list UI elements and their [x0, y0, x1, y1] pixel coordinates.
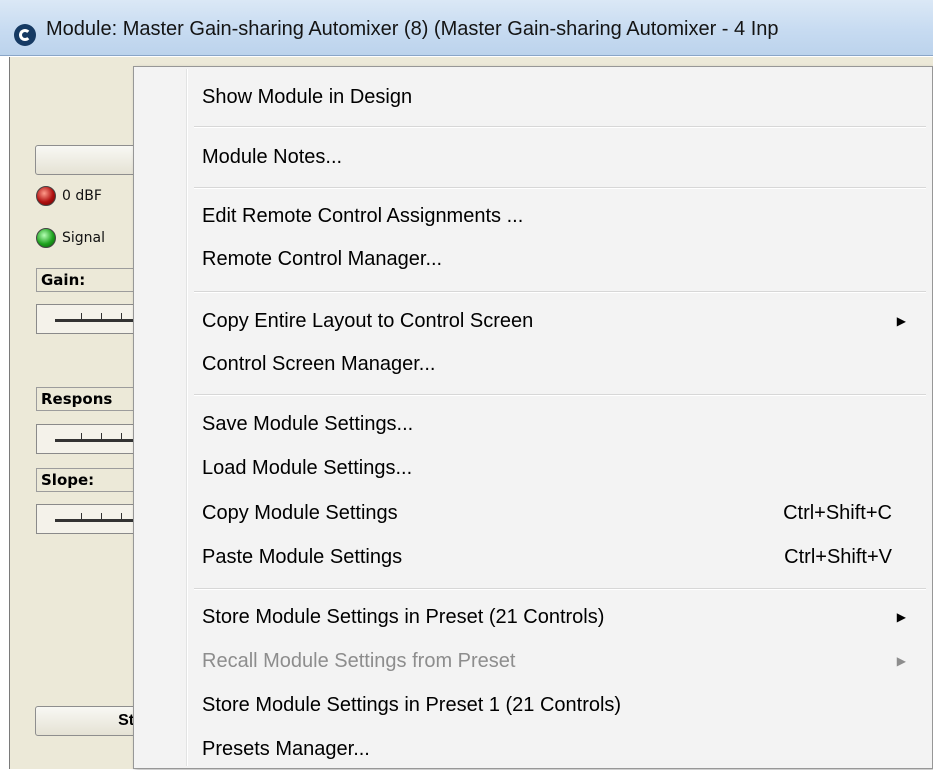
submenu-arrow-icon: ▶	[896, 314, 906, 328]
menu-item-copy-module-settings[interactable]: Copy Module Settings Ctrl+Shift+C	[196, 492, 926, 534]
menu-item-label: Remote Control Manager...	[202, 248, 443, 270]
menu-item-show-module-in-design[interactable]: Show Module in Design	[196, 76, 926, 118]
menu-item-save-module-settings[interactable]: Save Module Settings...	[196, 403, 926, 445]
slope-slider[interactable]	[36, 504, 146, 534]
menu-item-presets-manager[interactable]: Presets Manager...	[196, 728, 926, 770]
menu-gutter-highlight	[187, 69, 188, 766]
menu-item-label: Recall Module Settings from Preset	[202, 650, 516, 672]
slope-label: Slope:	[36, 468, 146, 492]
menu-item-shortcut: Ctrl+Shift+C	[783, 502, 892, 524]
gain-slider[interactable]	[36, 304, 146, 334]
menu-item-remote-control-manager[interactable]: Remote Control Manager...	[196, 238, 926, 280]
led-signal: Signal	[36, 228, 105, 248]
submenu-arrow-icon: ▶	[896, 610, 906, 624]
window-title-bar[interactable]: Module: Master Gain-sharing Automixer (8…	[0, 0, 933, 56]
module-icon[interactable]	[14, 24, 36, 46]
response-label: Respons	[36, 387, 146, 411]
menu-item-load-module-settings[interactable]: Load Module Settings...	[196, 447, 926, 489]
menu-item-label: Show Module in Design	[202, 86, 413, 108]
menu-item-label: Paste Module Settings	[202, 546, 403, 568]
menu-item-store-module-settings-in-preset-1[interactable]: Store Module Settings in Preset 1 (21 Co…	[196, 684, 926, 726]
menu-item-label: Edit Remote Control Assignments ...	[202, 205, 524, 227]
red-led-icon	[36, 186, 56, 206]
menu-item-label: Save Module Settings...	[202, 413, 414, 435]
menu-item-recall-module-settings-from-preset: Recall Module Settings from Preset ▶	[196, 640, 926, 682]
menu-item-copy-entire-layout[interactable]: Copy Entire Layout to Control Screen ▶	[196, 300, 926, 342]
menu-item-label: Load Module Settings...	[202, 457, 413, 479]
menu-item-edit-remote-control-assignments[interactable]: Edit Remote Control Assignments ...	[196, 195, 926, 237]
response-slider[interactable]	[36, 424, 146, 454]
gain-label: Gain:	[36, 268, 146, 292]
menu-item-shortcut: Ctrl+Shift+V	[784, 546, 892, 568]
menu-item-label: Presets Manager...	[202, 738, 370, 760]
led-signal-label: Signal	[62, 230, 106, 246]
menu-item-label: Copy Entire Layout to Control Screen	[202, 310, 534, 332]
menu-separator	[194, 291, 926, 293]
menu-separator	[194, 588, 926, 590]
menu-item-label: Store Module Settings in Preset (21 Cont…	[202, 606, 605, 628]
window-title: Module: Master Gain-sharing Automixer (8…	[46, 18, 779, 40]
led-0dbfs-label: 0 dBF	[62, 188, 102, 204]
led-0dbfs: 0 dBF	[36, 186, 102, 206]
context-menu: Show Module in Design Module Notes... Ed…	[133, 66, 933, 769]
menu-item-module-notes[interactable]: Module Notes...	[196, 136, 926, 178]
menu-item-label: Store Module Settings in Preset 1 (21 Co…	[202, 694, 622, 716]
menu-separator	[194, 187, 926, 189]
menu-item-paste-module-settings[interactable]: Paste Module Settings Ctrl+Shift+V	[196, 536, 926, 578]
submenu-arrow-icon: ▶	[896, 654, 906, 668]
menu-item-label: Control Screen Manager...	[202, 353, 436, 375]
menu-separator	[194, 394, 926, 396]
menu-separator	[194, 126, 926, 128]
menu-item-store-module-settings-in-preset[interactable]: Store Module Settings in Preset (21 Cont…	[196, 596, 926, 638]
menu-item-label: Module Notes...	[202, 146, 343, 168]
menu-item-control-screen-manager[interactable]: Control Screen Manager...	[196, 343, 926, 385]
green-led-icon	[36, 228, 56, 248]
menu-item-label: Copy Module Settings	[202, 502, 398, 524]
